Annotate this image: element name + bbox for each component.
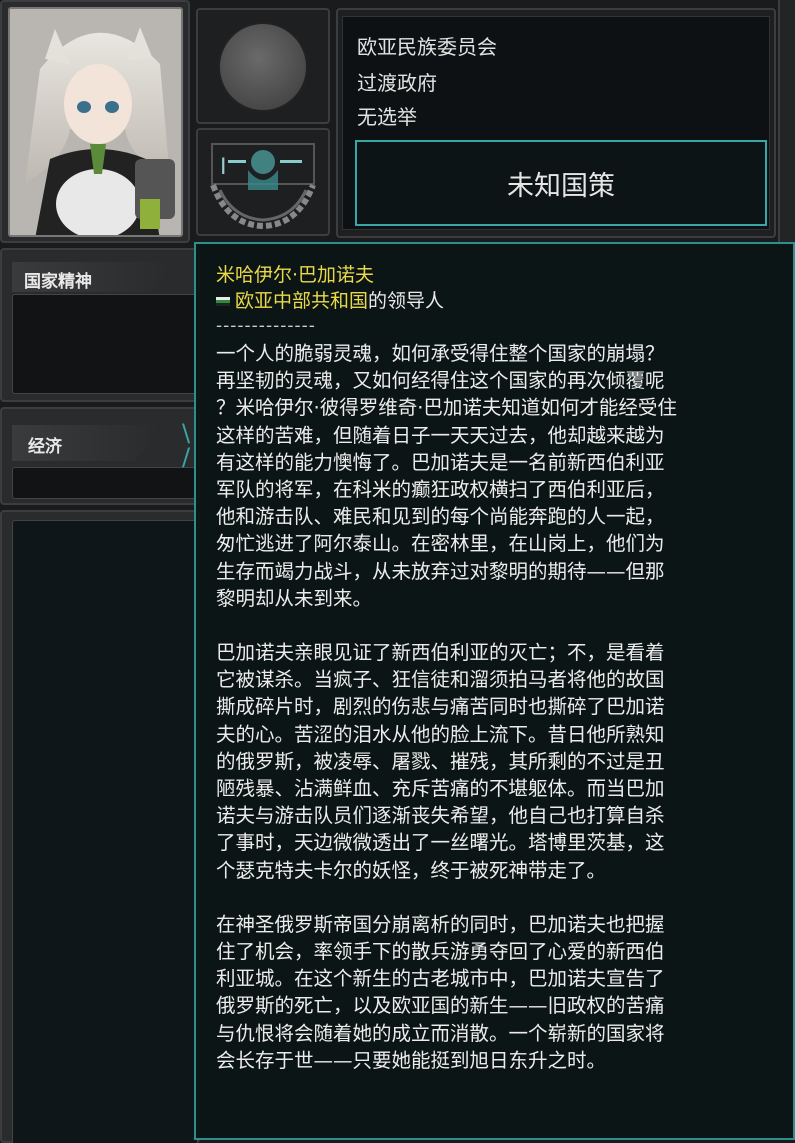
leader-portrait[interactable] <box>8 7 183 237</box>
economy-bar[interactable] <box>12 467 198 499</box>
tooltip-separator: -------------- <box>216 316 316 336</box>
bio-paragraph-3: 在神圣俄罗斯帝国分崩离析的同时，巴加诺夫也把握 住了机会，率领手下的散兵游勇夺回… <box>216 912 665 1072</box>
economy-label: 经济 <box>12 425 162 461</box>
country-info-panel: 欧亚民族委员会 过渡政府 无选举 未知国策 <box>342 16 770 230</box>
lower-panel <box>0 510 200 1143</box>
leader-portrait-frame <box>0 0 190 243</box>
ideology-icon-frame <box>196 8 330 124</box>
national-spirit-label: 国家精神 <box>12 262 172 292</box>
leader-country: 欧亚中部共和国 <box>235 290 369 312</box>
leader-role-suffix: 的领导人 <box>368 290 445 312</box>
lower-panel-content <box>12 520 198 1143</box>
economy-section: 经济 \ / <box>0 407 200 505</box>
country-info-frame: 欧亚民族委员会 过渡政府 无选举 未知国策 <box>336 8 776 238</box>
right-edge-panel <box>778 0 795 243</box>
national-spirit-list[interactable] <box>12 294 198 394</box>
laurel-emblem-icon[interactable]: I <box>198 130 328 234</box>
leader-name: 米哈伊尔·巴加诺夫 <box>216 264 375 286</box>
country-name: 欧亚民族委员会 <box>357 35 497 59</box>
national-focus-button[interactable]: 未知国策 <box>355 140 767 226</box>
leader-tooltip: 米哈伊尔·巴加诺夫 欧亚中部共和国 的领导人 -------------- 一个… <box>194 242 795 1140</box>
party-emblem-frame: I <box>196 128 330 236</box>
leader-role: 欧亚中部共和国 的领导人 <box>216 288 775 314</box>
bio-paragraph-2: 巴加诺夫亲眼见证了新西伯利亚的灭亡；不，是看着 它被谋杀。当疯子、狂信徒和溜须拍… <box>216 641 665 882</box>
election-status: 无选举 <box>357 105 417 129</box>
government-type: 过渡政府 <box>357 71 437 95</box>
svg-text:I: I <box>220 155 227 180</box>
bio-paragraph-1: 一个人的脆弱灵魂，如何承受得住整个国家的崩塌？ 再坚韧的灵魂，又如何经得住这个国… <box>216 342 677 610</box>
national-spirit-section: 国家精神 <box>0 248 200 402</box>
country-flag-icon <box>216 296 230 306</box>
ideology-icon[interactable] <box>218 22 308 112</box>
leader-portrait-image <box>10 9 181 235</box>
